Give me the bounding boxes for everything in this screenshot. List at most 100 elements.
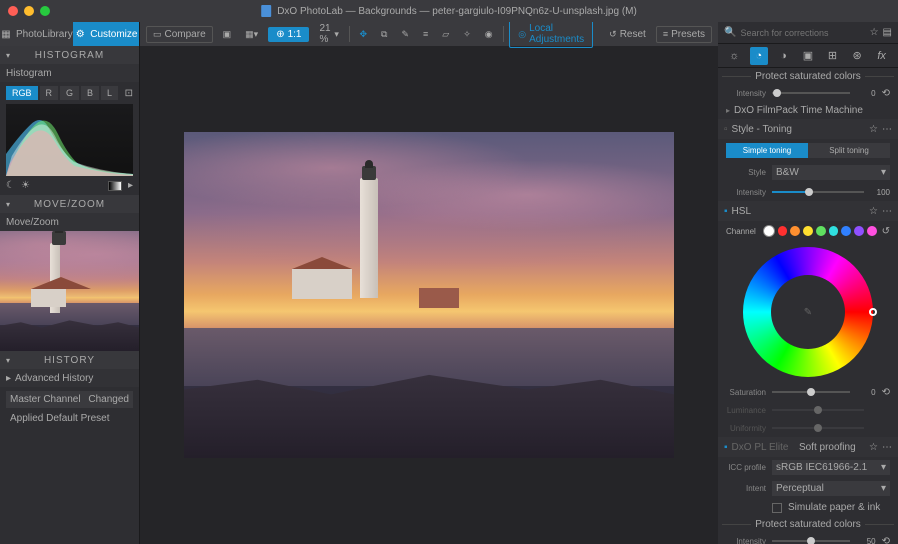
favorite-icon[interactable]: ☆: [869, 124, 878, 135]
reset-icon[interactable]: ⟲: [882, 536, 890, 544]
style-intensity-slider[interactable]: [772, 191, 864, 193]
collapse-icon: ▾: [6, 356, 11, 365]
local-adjustments-button[interactable]: ◎ Local Adjustments: [509, 20, 593, 48]
intensity-label: Intensity: [726, 188, 766, 197]
softproof-intensity-slider[interactable]: [772, 540, 850, 542]
geometry-tab-icon[interactable]: ▣: [799, 47, 817, 65]
sliders-icon: ⚙: [74, 28, 86, 40]
local-tab-icon[interactable]: ⊞: [824, 47, 842, 65]
favorite-icon[interactable]: ☆: [869, 206, 878, 217]
split-toning-tab[interactable]: Split toning: [808, 143, 890, 158]
intensity-slider[interactable]: [772, 92, 850, 94]
tab-customize[interactable]: ⚙ Customize: [73, 22, 139, 46]
shadow-clip-icon[interactable]: ☾: [6, 180, 15, 191]
menu-icon[interactable]: ⋯: [882, 124, 892, 135]
icc-label: ICC profile: [726, 463, 766, 472]
crop-icon[interactable]: ⧉: [377, 27, 391, 42]
channel-green[interactable]: [816, 226, 826, 236]
channel-label: Channel: [726, 227, 756, 236]
perspective-icon[interactable]: ▱: [438, 27, 453, 42]
titlebar: DxO PhotoLab — Backgrounds — peter-gargi…: [0, 0, 898, 22]
tone-gradient: [108, 181, 122, 191]
simulate-label: Simulate paper & ink: [788, 502, 880, 513]
protect-saturated-header: Protect saturated colors: [718, 68, 898, 84]
histogram-mode-l[interactable]: L: [101, 86, 118, 100]
expand-icon[interactable]: ▸: [128, 180, 133, 191]
highlight-clip-icon[interactable]: ☀: [21, 180, 30, 191]
style-dropdown[interactable]: B&W▾: [772, 165, 890, 180]
simulate-checkbox[interactable]: [772, 503, 782, 513]
redeye-icon[interactable]: ◉: [481, 27, 497, 42]
channel-red[interactable]: [778, 226, 788, 236]
tab-photolibrary[interactable]: ▦ PhotoLibrary: [0, 22, 73, 46]
style-toning-header[interactable]: ▫Style - Toning ☆⋯: [718, 119, 898, 139]
eyedropper-icon[interactable]: ✎: [804, 307, 812, 318]
zoom-dropdown[interactable]: 21 % ▾: [315, 21, 342, 47]
channel-purple[interactable]: [854, 226, 864, 236]
filter-icon[interactable]: ▤: [883, 27, 892, 38]
menu-icon[interactable]: ⋯: [882, 442, 892, 453]
close-window-button[interactable]: [8, 6, 18, 16]
favorite-icon[interactable]: ☆: [869, 442, 878, 453]
menu-icon[interactable]: ⋯: [882, 206, 892, 217]
history-item[interactable]: Master Channel Changed: [6, 391, 133, 408]
monitor-icon[interactable]: ⊡: [125, 88, 133, 99]
eyedropper-icon[interactable]: ✎: [397, 27, 413, 42]
histogram-mode-r[interactable]: R: [40, 86, 59, 100]
light-tab-icon[interactable]: ☼: [725, 47, 743, 65]
channel-blue[interactable]: [841, 226, 851, 236]
histogram-mode-rgb[interactable]: RGB: [6, 86, 38, 100]
color-tab-icon[interactable]: ◔: [750, 47, 768, 65]
channel-yellow[interactable]: [803, 226, 813, 236]
view-grid-icon[interactable]: ▦▾: [241, 27, 262, 42]
wheel-handle[interactable]: [869, 308, 877, 316]
repair-icon[interactable]: ✧: [459, 27, 475, 42]
reset-channels-icon[interactable]: ↺: [882, 226, 890, 237]
channel-orange[interactable]: [790, 226, 800, 236]
right-sidebar: 🔍 ☆ ▤ ☼ ◔ ◑ ▣ ⊞ ⊛ fx Protect saturated c…: [718, 22, 898, 544]
simple-toning-tab[interactable]: Simple toning: [726, 143, 808, 158]
intent-dropdown[interactable]: Perceptual▾: [772, 481, 890, 496]
movezoom-panel-header[interactable]: ▾ MOVE/ZOOM: [0, 195, 139, 213]
hand-tool-icon[interactable]: ✥: [356, 27, 372, 42]
compare-button[interactable]: ▭ Compare: [146, 26, 213, 43]
reset-icon[interactable]: ⟲: [882, 88, 890, 99]
detail-tab-icon[interactable]: ◑: [774, 47, 792, 65]
histogram-mode-g[interactable]: G: [60, 86, 79, 100]
histogram-mode-b[interactable]: B: [81, 86, 99, 100]
saturation-slider[interactable]: [772, 391, 850, 393]
horizon-icon[interactable]: ≡: [419, 27, 432, 41]
icc-dropdown[interactable]: sRGB IEC61966-2.1▾: [772, 460, 890, 475]
expand-icon: ▸: [6, 373, 11, 384]
hsl-color-wheel[interactable]: ✎: [743, 247, 873, 377]
reset-button[interactable]: ↺ Reset: [605, 27, 650, 42]
history-item[interactable]: Applied Default Preset: [6, 410, 133, 427]
movezoom-sub: Move/Zoom: [0, 213, 139, 231]
intent-label: Intent: [726, 484, 766, 493]
fit-ratio-button[interactable]: ⊕ 1:1: [268, 27, 309, 42]
favorite-icon[interactable]: ☆: [870, 27, 879, 38]
channel-master[interactable]: [763, 225, 775, 237]
uniformity-slider: [772, 427, 864, 429]
palette-tabs: ☼ ◔ ◑ ▣ ⊞ ⊛ fx: [718, 44, 898, 68]
hsl-header[interactable]: ▪HSL ☆⋯: [718, 201, 898, 221]
document-icon: [261, 5, 271, 17]
softproof-header[interactable]: ▪DxO PL Elite Soft proofing ☆⋯: [718, 437, 898, 457]
image-canvas[interactable]: [140, 46, 718, 544]
history-panel-header[interactable]: ▾ HISTORY: [0, 351, 139, 369]
reset-icon[interactable]: ⟲: [882, 387, 890, 398]
channel-cyan[interactable]: [829, 226, 839, 236]
fx-tab-icon[interactable]: fx: [873, 47, 891, 65]
channel-magenta[interactable]: [867, 226, 877, 236]
presets-button[interactable]: ≡ Presets: [656, 26, 712, 43]
histogram-panel-header[interactable]: ▾ HISTOGRAM: [0, 46, 139, 64]
protect-saturated-header-2: Protect saturated colors: [718, 516, 898, 532]
navigator-preview[interactable]: [0, 231, 139, 351]
search-bar: 🔍 ☆ ▤: [718, 22, 898, 44]
minimize-window-button[interactable]: [24, 6, 34, 16]
watermark-tab-icon[interactable]: ⊛: [848, 47, 866, 65]
search-input[interactable]: [740, 28, 865, 38]
zoom-window-button[interactable]: [40, 6, 50, 16]
crop-tool-icon[interactable]: ▣: [219, 27, 236, 42]
filmpack-item[interactable]: ▸ DxO FilmPack Time Machine: [718, 102, 898, 119]
